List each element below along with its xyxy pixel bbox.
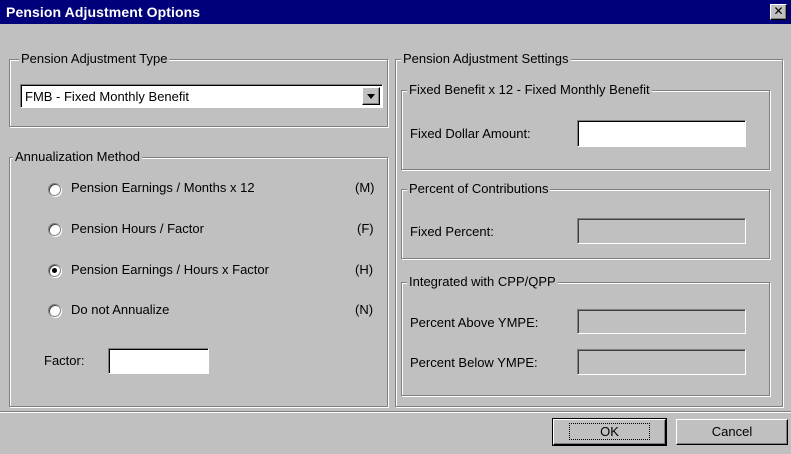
radio-hours-factor[interactable]	[48, 223, 61, 236]
title-bar: Pension Adjustment Options ✕	[0, 0, 791, 24]
radio-key-n: (N)	[355, 302, 374, 317]
radio-key-m: (M)	[355, 180, 375, 195]
radio-earnings-hours-factor[interactable]	[48, 264, 61, 277]
chevron-down-icon[interactable]	[362, 87, 380, 105]
cancel-button-label: Cancel	[711, 424, 753, 439]
dialog-title: Pension Adjustment Options	[6, 4, 201, 20]
integrated-group: Integrated with CPP/QPP	[401, 274, 770, 396]
integrated-legend: Integrated with CPP/QPP	[407, 274, 558, 289]
close-icon[interactable]: ✕	[770, 4, 787, 20]
adjustment-type-select[interactable]: FMB - Fixed Monthly Benefit	[20, 84, 383, 108]
above-ympe-input	[577, 309, 746, 334]
button-bar-separator	[0, 411, 791, 413]
radio-key-f: (F)	[357, 221, 374, 236]
radio-do-not-annualize[interactable]	[48, 304, 61, 317]
fixed-dollar-input[interactable]	[577, 120, 746, 147]
ok-button-label: OK	[569, 423, 650, 440]
cancel-button[interactable]: Cancel	[676, 419, 788, 445]
annualization-legend: Annualization Method	[13, 149, 143, 164]
radio-label-hours[interactable]: Pension Hours / Factor	[71, 221, 204, 236]
above-ympe-label: Percent Above YMPE:	[410, 315, 539, 330]
radio-label-earnings-hours[interactable]: Pension Earnings / Hours x Factor	[71, 262, 269, 277]
factor-input[interactable]	[108, 348, 209, 374]
radio-label-none[interactable]: Do not Annualize	[71, 302, 169, 317]
below-ympe-input	[577, 349, 746, 375]
radio-key-h: (H)	[355, 262, 374, 277]
fixed-percent-input	[577, 218, 746, 244]
radio-months-x-12[interactable]	[48, 183, 61, 196]
factor-label: Factor:	[44, 353, 85, 368]
fixed-benefit-legend: Fixed Benefit x 12 - Fixed Monthly Benef…	[407, 82, 652, 97]
adjustment-type-value: FMB - Fixed Monthly Benefit	[25, 89, 189, 104]
adjustment-type-legend: Pension Adjustment Type	[19, 51, 170, 66]
fixed-percent-label: Fixed Percent:	[410, 224, 494, 239]
pension-adjustment-dialog: Pension Adjustment Options ✕ Pension Adj…	[0, 0, 791, 454]
fixed-dollar-label: Fixed Dollar Amount:	[410, 126, 531, 141]
below-ympe-label: Percent Below YMPE:	[410, 355, 538, 370]
radio-label-months[interactable]: Pension Earnings / Months x 12	[71, 180, 255, 195]
percent-contrib-legend: Percent of Contributions	[407, 181, 551, 196]
settings-legend: Pension Adjustment Settings	[401, 51, 571, 66]
ok-button[interactable]: OK	[552, 418, 667, 446]
